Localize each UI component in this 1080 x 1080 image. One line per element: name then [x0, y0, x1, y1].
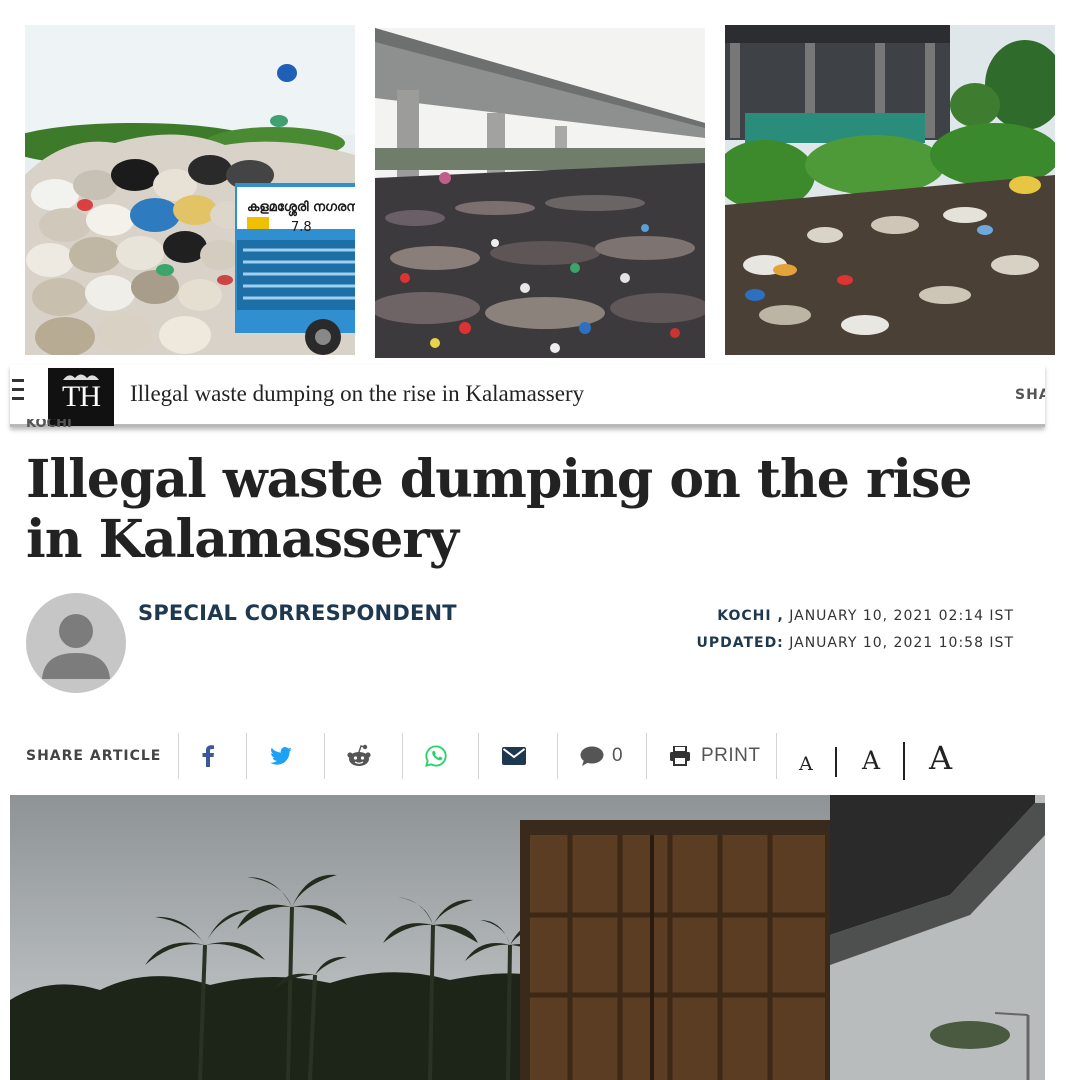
menu-icon[interactable] [12, 379, 24, 405]
divider [246, 733, 247, 779]
divider [646, 733, 647, 779]
updated-date: JANUARY 10, 2021 10:58 IST [789, 635, 1014, 651]
reddit-share-button[interactable] [346, 742, 372, 770]
sticky-header: TH Illegal waste dumping on the rise in … [10, 365, 1045, 427]
share-toolbar: SHARE ARTICLE 0 PRINT A A A [26, 733, 1026, 780]
reddit-icon [347, 744, 371, 766]
the-hindu-logo[interactable]: TH [48, 368, 114, 426]
comment-count: 0 [612, 745, 623, 766]
comment-icon [580, 746, 604, 766]
truck-municipality-text: കളമശ്ശേരി നഗരസഭ [247, 199, 355, 218]
facebook-share-button[interactable] [201, 742, 215, 770]
whatsapp-icon [425, 745, 447, 767]
dateline-location: KOCHI , [717, 608, 784, 624]
author-name[interactable]: SPECIAL CORRESPONDENT [138, 601, 457, 625]
logo-text: TH [62, 380, 101, 413]
email-share-button[interactable] [502, 742, 526, 770]
section-label[interactable]: KOCHI [26, 419, 72, 428]
twitter-share-button[interactable] [270, 742, 292, 770]
divider [557, 733, 558, 779]
sticky-article-title: Illegal waste dumping on the rise in Kal… [130, 381, 585, 406]
font-size-divider [903, 742, 905, 780]
print-button[interactable]: PRINT [669, 742, 761, 770]
hero-photo-truck-under-flyover [10, 795, 1045, 1080]
article-headline: Illegal waste dumping on the rise in Kal… [26, 449, 972, 570]
email-icon [502, 747, 526, 765]
divider [478, 733, 479, 779]
font-size-divider [835, 747, 837, 777]
divider [324, 733, 325, 779]
user-placeholder-icon [42, 614, 110, 679]
sticky-share-button[interactable]: SHARE [1015, 387, 1045, 403]
dateline: KOCHI , JANUARY 10, 2021 02:14 IST UPDAT… [696, 603, 1014, 657]
font-size-small-button[interactable]: A [799, 753, 813, 775]
updated-label: UPDATED: [696, 635, 784, 651]
font-size-medium-button[interactable]: A [862, 746, 880, 775]
whatsapp-share-button[interactable] [425, 742, 447, 770]
divider [402, 733, 403, 779]
author-avatar [26, 593, 126, 693]
comments-button[interactable]: 0 [580, 742, 623, 770]
photo-roadside-litter [725, 25, 1055, 355]
photo-waste-under-flyover [375, 28, 705, 358]
print-icon [670, 746, 690, 766]
facebook-icon [202, 745, 214, 767]
font-size-large-button[interactable]: A [929, 739, 952, 777]
truck-number-text: 7.8 [291, 220, 312, 235]
divider [178, 733, 179, 779]
photo-garbage-heap-truck: കളമശ്ശേരി നഗരസഭ 7.8 [25, 25, 355, 355]
twitter-icon [270, 747, 292, 765]
published-date: JANUARY 10, 2021 02:14 IST [789, 608, 1014, 624]
divider [776, 733, 777, 779]
print-label: PRINT [701, 745, 761, 766]
share-article-label: SHARE ARTICLE [26, 748, 162, 764]
